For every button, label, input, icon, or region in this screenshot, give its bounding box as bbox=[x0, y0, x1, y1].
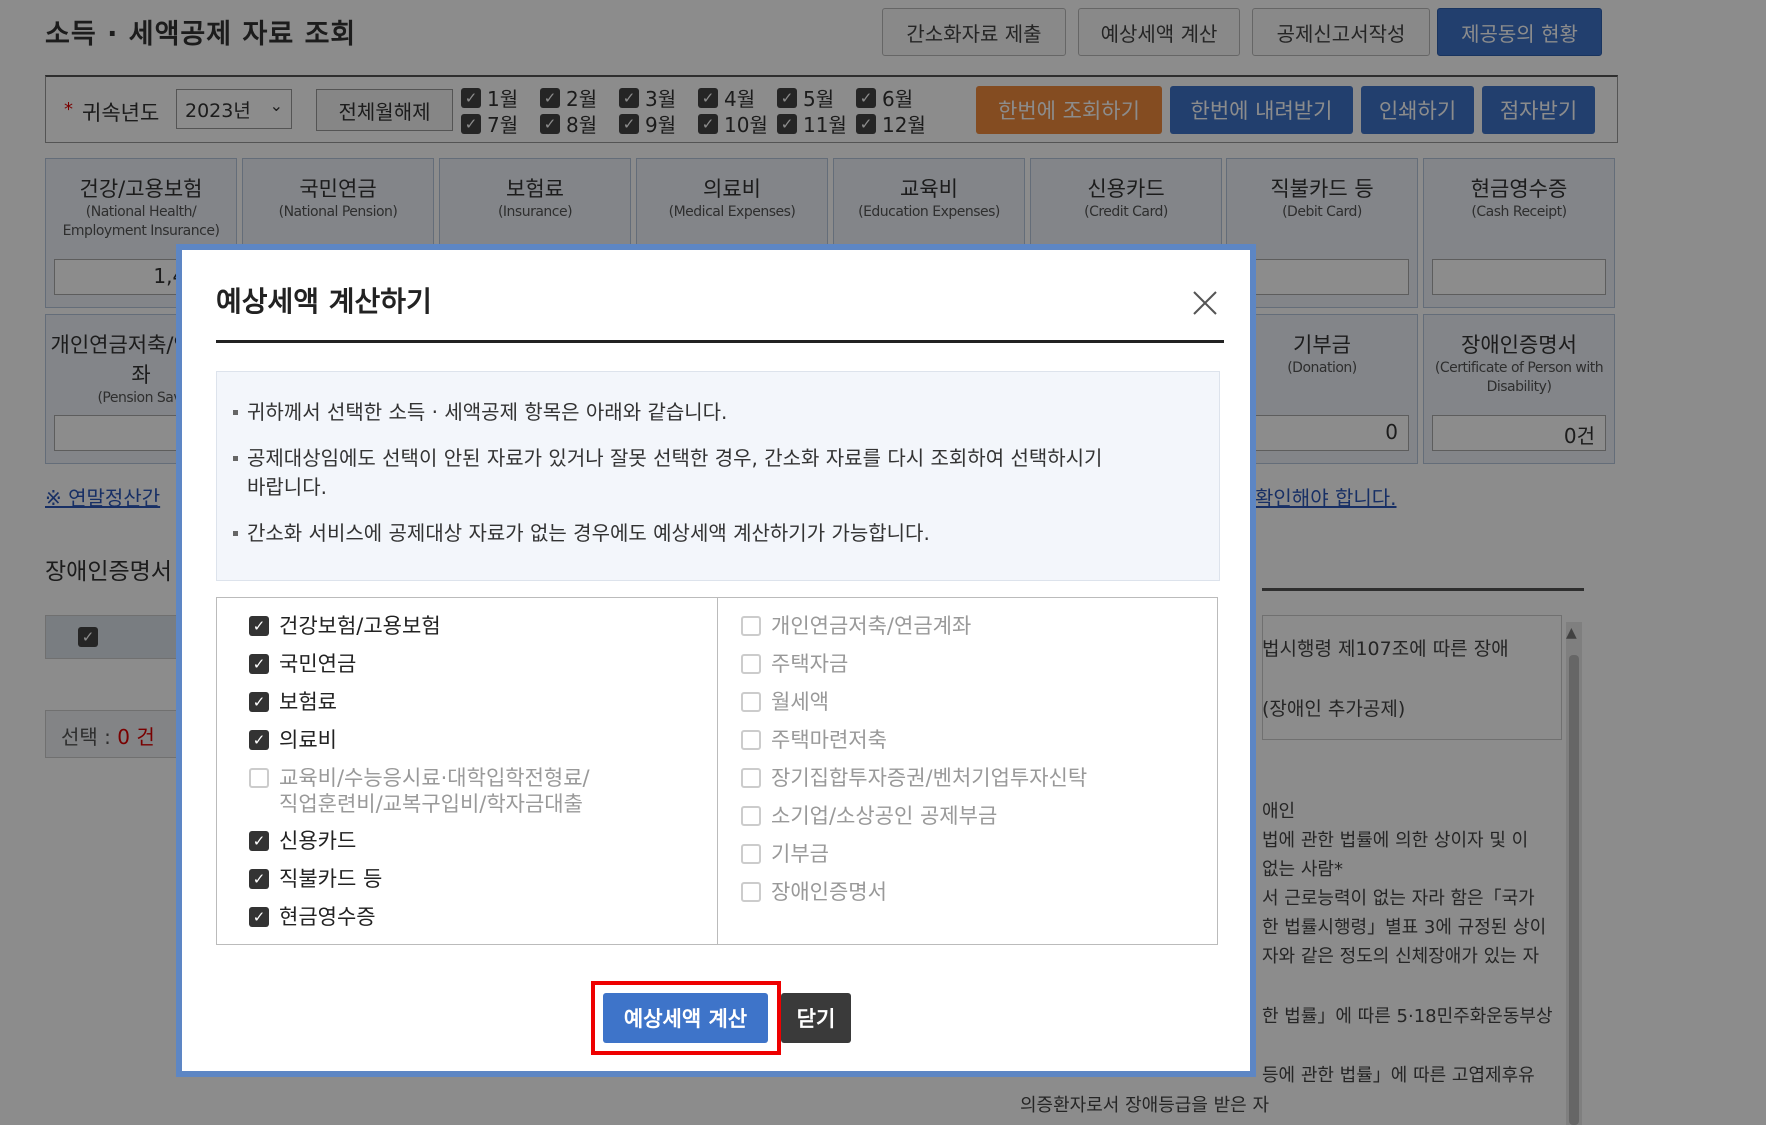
checkbox-insurance[interactable]: ✓ 보험료 bbox=[249, 689, 337, 715]
check-icon: ✓ bbox=[249, 616, 269, 636]
checkbox-national-pension[interactable]: ✓ 국민연금 bbox=[249, 651, 356, 677]
checkbox-disability-certificate[interactable]: 장애인증명서 bbox=[741, 879, 887, 905]
checkbox-monthly-rent[interactable]: 월세액 bbox=[741, 689, 829, 715]
empty-checkbox-icon bbox=[741, 882, 761, 902]
checkbox-health-insurance[interactable]: ✓ 건강보험/고용보험 bbox=[249, 613, 441, 639]
checkbox-medical[interactable]: ✓ 의료비 bbox=[249, 727, 337, 753]
check-icon: ✓ bbox=[249, 907, 269, 927]
checkbox-long-term-investment[interactable]: 장기집합투자증권/벤처기업투자신탁 bbox=[741, 765, 1087, 791]
info-item: 귀하께서 선택한 소득 · 세액공제 항목은 아래와 같습니다. bbox=[233, 397, 727, 427]
checkbox-education[interactable]: 교육비/수능응시료·대학입학전형료/직업훈련비/교복구입비/학자금대출 bbox=[249, 765, 590, 817]
info-item: 간소화 서비스에 공제대상 자료가 없는 경우에도 예상세액 계산하기가 가능합… bbox=[233, 518, 930, 548]
close-button[interactable]: 닫기 bbox=[781, 993, 851, 1043]
empty-checkbox-icon bbox=[741, 616, 761, 636]
title-divider bbox=[216, 340, 1224, 343]
modal-title: 예상세액 계산하기 bbox=[216, 285, 432, 318]
info-item-continuation: 바랍니다. bbox=[247, 475, 327, 499]
empty-checkbox-icon bbox=[741, 768, 761, 788]
checkbox-donation[interactable]: 기부금 bbox=[741, 841, 829, 867]
checkbox-small-business[interactable]: 소기업/소상공인 공제부금 bbox=[741, 803, 997, 829]
checkbox-credit-card[interactable]: ✓ 신용카드 bbox=[249, 828, 356, 854]
calculate-tax-button[interactable]: 예상세액 계산 bbox=[603, 993, 768, 1043]
empty-checkbox-icon bbox=[249, 768, 269, 788]
check-icon: ✓ bbox=[249, 692, 269, 712]
checkbox-pension-savings[interactable]: 개인연금저축/연금계좌 bbox=[741, 613, 971, 639]
bullet-icon bbox=[233, 410, 238, 415]
column-divider bbox=[717, 598, 718, 944]
empty-checkbox-icon bbox=[741, 654, 761, 674]
checkbox-housing-savings[interactable]: 주택마련저축 bbox=[741, 727, 887, 753]
empty-checkbox-icon bbox=[741, 844, 761, 864]
empty-checkbox-icon bbox=[741, 730, 761, 750]
bullet-icon bbox=[233, 456, 238, 461]
info-box: 귀하께서 선택한 소득 · 세액공제 항목은 아래와 같습니다. 공제대상임에도… bbox=[216, 371, 1220, 581]
check-icon: ✓ bbox=[249, 869, 269, 889]
check-icon: ✓ bbox=[249, 654, 269, 674]
empty-checkbox-icon bbox=[741, 806, 761, 826]
close-icon[interactable] bbox=[1190, 288, 1220, 318]
checkbox-housing-fund[interactable]: 주택자금 bbox=[741, 651, 848, 677]
bullet-icon bbox=[233, 531, 238, 536]
empty-checkbox-icon bbox=[741, 692, 761, 712]
check-icon: ✓ bbox=[249, 831, 269, 851]
check-icon: ✓ bbox=[249, 730, 269, 750]
checkbox-cash-receipt[interactable]: ✓ 현금영수증 bbox=[249, 904, 376, 930]
checkbox-debit-card[interactable]: ✓ 직불카드 등 bbox=[249, 866, 382, 892]
deduction-items-panel: ✓ 건강보험/고용보험 ✓ 국민연금 ✓ 보험료 ✓ 의료비 교육비/수능응시료·대학입… bbox=[216, 597, 1218, 945]
info-item: 공제대상임에도 선택이 안된 자료가 있거나 잘못 선택한 경우, 간소화 자료… bbox=[233, 443, 1102, 473]
estimated-tax-modal: 예상세액 계산하기 귀하께서 선택한 소득 · 세액공제 항목은 아래와 같습니… bbox=[176, 244, 1256, 1077]
